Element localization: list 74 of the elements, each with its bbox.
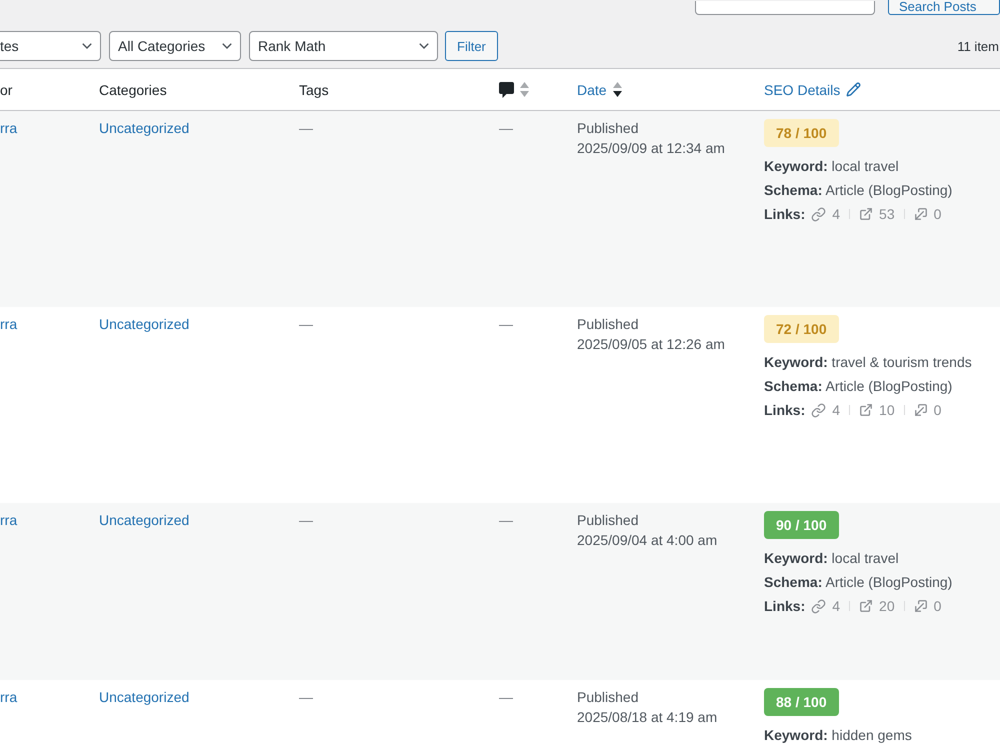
pencil-icon[interactable] <box>846 82 862 97</box>
internal-link-count: 4 <box>832 206 840 222</box>
schema-text: Schema: Article (BlogPosting) <box>764 573 952 592</box>
seo-score-badge: 78 / 100 <box>764 119 839 147</box>
seo-score-badge: 72 / 100 <box>764 315 839 343</box>
tags-cell-text: — <box>299 688 313 707</box>
filter-button[interactable]: Filter <box>445 31 498 61</box>
chevron-icon <box>222 43 232 49</box>
column-header: Categories <box>99 82 167 98</box>
tags-cell-text: — <box>299 511 313 530</box>
comments-cell-text: — <box>499 119 513 138</box>
external-link-icon <box>859 599 874 613</box>
post-status: Published <box>577 688 638 707</box>
link-icon <box>811 206 826 222</box>
schema-text: Schema: Article (BlogPosting) <box>764 181 952 200</box>
internal-link-count: 4 <box>832 402 840 418</box>
post-date: 2025/09/05 at 12:26 am <box>577 335 725 354</box>
category-link[interactable]: Uncategorized <box>99 314 190 334</box>
incoming-link-count: 0 <box>934 402 942 418</box>
post-date: 2025/09/04 at 4:00 am <box>577 531 718 550</box>
external-link-icon <box>859 403 874 417</box>
external-link-count: 10 <box>879 402 895 418</box>
external-link-icon <box>859 207 874 221</box>
comments-cell-text: — <box>499 315 513 334</box>
link-icon <box>811 402 826 418</box>
tags-cell-text: — <box>299 119 313 138</box>
internal-link-count: 4 <box>832 598 840 614</box>
post-status: Published <box>577 511 638 530</box>
category-link[interactable]: Uncategorized <box>99 687 190 707</box>
dropdown[interactable]: Rank Math <box>249 31 438 61</box>
comments-cell-text: — <box>499 688 513 707</box>
keyword-text: Keyword: travel & tourism trends <box>764 353 972 372</box>
column-header-link[interactable]: Date <box>577 82 607 98</box>
seo-score-badge: 90 / 100 <box>764 511 839 539</box>
link-icon <box>811 598 826 614</box>
column-header: Tags <box>299 82 329 98</box>
keyword-text: Keyword: local travel <box>764 549 899 568</box>
comments-cell-text: — <box>499 511 513 530</box>
links-label: Links: <box>764 206 806 222</box>
tags-cell-text: — <box>299 315 313 334</box>
incoming-link-count: 0 <box>934 206 942 222</box>
post-date: 2025/09/09 at 12:34 am <box>577 139 725 158</box>
author-link[interactable]: rra <box>0 118 18 138</box>
incoming-link-icon <box>914 403 928 417</box>
author-link[interactable]: rra <box>0 687 18 707</box>
post-status: Published <box>577 119 638 138</box>
post-date: 2025/08/18 at 4:19 am <box>577 708 718 727</box>
search-button[interactable]: Search Posts <box>888 0 1000 15</box>
post-status: Published <box>577 315 638 334</box>
keyword-text: Keyword: local travel <box>764 157 899 176</box>
author-link[interactable]: rra <box>0 314 18 334</box>
category-link[interactable]: Uncategorized <box>99 510 190 530</box>
links-label: Links: <box>764 598 806 614</box>
author-link[interactable]: rra <box>0 510 18 530</box>
incoming-link-icon <box>914 207 928 221</box>
search-field[interactable] <box>695 1 875 15</box>
column-header: or <box>0 82 12 98</box>
external-link-count: 53 <box>879 206 895 222</box>
chevron-icon <box>419 43 429 49</box>
schema-text: Schema: Article (BlogPosting) <box>764 377 952 396</box>
comment-icon <box>499 82 514 98</box>
category-link[interactable]: Uncategorized <box>99 118 190 138</box>
column-header-link[interactable]: SEO Details <box>764 82 840 98</box>
chevron-icon <box>82 43 92 49</box>
external-link-count: 20 <box>879 598 895 614</box>
incoming-link-count: 0 <box>934 598 942 614</box>
seo-score-badge: 88 / 100 <box>764 688 839 716</box>
dropdown[interactable]: All Categories <box>109 31 241 61</box>
sort-icon[interactable] <box>612 82 622 97</box>
dropdown[interactable]: tes <box>0 31 101 61</box>
incoming-link-icon <box>914 599 928 613</box>
item-count: 11 item <box>957 38 1000 54</box>
links-label: Links: <box>764 402 806 418</box>
keyword-text: Keyword: hidden gems <box>764 726 912 745</box>
